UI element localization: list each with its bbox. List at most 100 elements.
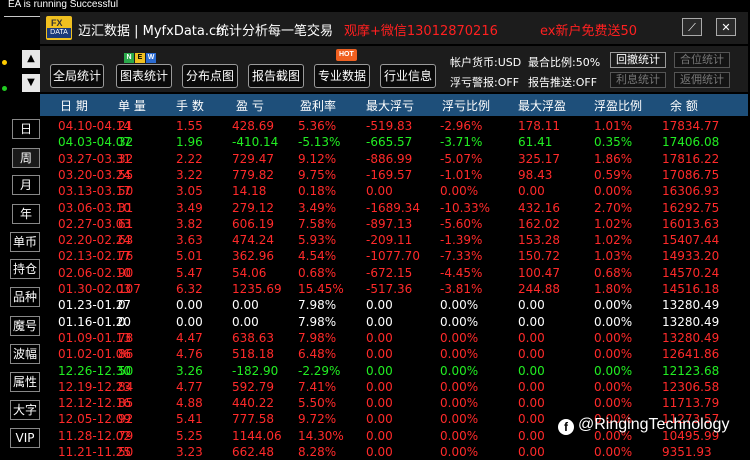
table-row: 03.06-03.10 31 3.49 279.12 3.49% -1689.34 -10.… xyxy=(40,200,748,217)
table-row: 01.09-01.13 78 4.47 638.63 7.98% 0.00 0.00% 0.0… xyxy=(40,330,748,347)
cell-orders: 76 xyxy=(118,249,134,264)
cell-float-profit-ratio: 1.03% xyxy=(594,249,633,264)
col-lots[interactable]: 手 数 xyxy=(176,97,204,114)
nav-day[interactable]: 日 xyxy=(12,119,40,139)
global-stats-button[interactable]: 全局统计 xyxy=(50,64,104,88)
cell-float-loss-ratio: 0.00% xyxy=(440,363,479,378)
nav-positions[interactable]: 持仓 xyxy=(10,259,40,279)
cell-orders: 84 xyxy=(118,379,134,394)
cell-pnl: 729.47 xyxy=(232,151,274,166)
cell-balance: 12641.86 xyxy=(662,347,720,362)
cell-pnl: 592.79 xyxy=(232,379,274,394)
cell-max-float-profit: 61.41 xyxy=(518,135,553,150)
cell-orders: 32 xyxy=(118,135,134,150)
nav-attributes[interactable]: 属性 xyxy=(10,372,40,392)
cell-float-loss-ratio: 0.00% xyxy=(440,330,479,345)
cell-max-float-loss: -1689.34 xyxy=(366,200,420,215)
edit-icon[interactable]: ⟋ xyxy=(682,18,702,36)
table-row: 01.23-01.27 0 0.00 0.00 7.98% 0.00 0.00% 0.00 0.… xyxy=(40,297,748,314)
nav-week[interactable]: 周 xyxy=(12,148,40,168)
cell-float-loss-ratio: 0.00% xyxy=(440,314,479,329)
scroll-up-icon[interactable]: ▲ xyxy=(22,50,40,68)
cell-lots: 4.88 xyxy=(176,396,203,411)
col-pnl[interactable]: 盈 亏 xyxy=(236,97,264,114)
position-stats-button[interactable]: 合位统计 xyxy=(674,52,730,68)
cell-lots: 0.00 xyxy=(176,314,203,329)
cell-max-float-profit: 0.00 xyxy=(518,363,545,378)
cell-lots: 1.55 xyxy=(176,119,203,133)
nav-magic-number[interactable]: 魔号 xyxy=(10,316,40,336)
cell-lots: 5.25 xyxy=(176,428,203,443)
table-row: 12.19-12.23 84 4.77 592.79 7.41% 0.00 0.00% 0.0… xyxy=(40,379,748,396)
cell-max-float-loss: -886.99 xyxy=(366,151,413,166)
close-icon[interactable]: ✕ xyxy=(716,18,736,36)
table-row: 03.27-03.31 32 2.22 729.47 9.12% -886.99 -5.07… xyxy=(40,151,748,168)
drawdown-stats-button[interactable]: 回撤统计 xyxy=(610,52,666,68)
nav-volatility[interactable]: 波幅 xyxy=(10,344,40,364)
cell-max-float-profit: 0.00 xyxy=(518,314,545,329)
nav-month[interactable]: 月 xyxy=(12,175,40,195)
distribution-chart-button[interactable]: 分布点图 xyxy=(182,64,238,88)
col-float-profit-ratio[interactable]: 浮盈比例 xyxy=(594,97,642,114)
table-row: 11.21-11.25 50 3.23 662.48 8.28% 0.00 0.00% 0.0… xyxy=(40,444,748,460)
pro-data-button[interactable]: 专业数据 xyxy=(314,64,370,88)
ea-status-text: EA is running Successful xyxy=(8,0,119,10)
col-profit-rate[interactable]: 盈利率 xyxy=(300,97,336,114)
new-badge-w: W xyxy=(146,53,156,63)
cell-max-float-loss: 0.00 xyxy=(366,428,393,443)
chart-stats-button[interactable]: 图表统计 xyxy=(116,64,172,88)
nav-large-font[interactable]: 大字 xyxy=(10,400,40,420)
col-max-float-loss[interactable]: 最大浮亏 xyxy=(366,97,414,114)
report-push[interactable]: 报告推送:OFF xyxy=(528,74,597,90)
table-row: 01.16-01.20 0 0.00 0.00 7.98% 0.00 0.00% 0.00 0.… xyxy=(40,314,748,331)
col-max-float-profit[interactable]: 最大浮盈 xyxy=(518,97,566,114)
cell-lots: 3.26 xyxy=(176,363,203,378)
cell-profit-rate: 9.12% xyxy=(298,151,337,166)
col-balance[interactable]: 余 额 xyxy=(670,97,698,114)
table-row: 12.26-12.30 50 3.26 -182.90 -2.29% 0.00 0.00% 0… xyxy=(40,363,748,380)
table-row: 01.30-02.03 107 6.32 1235.69 15.45% -517.36 -3… xyxy=(40,281,748,298)
cell-float-profit-ratio: 1.80% xyxy=(594,282,633,296)
table-row: 03.20-03.24 55 3.22 779.82 9.75% -169.57 -1.01… xyxy=(40,167,748,184)
rebate-stats-button[interactable]: 返佣统计 xyxy=(674,72,730,88)
interest-stats-button[interactable]: 利息统计 xyxy=(610,72,666,88)
table-header: 日 期 单 量 手 数 盈 亏 盈利率 最大浮亏 浮亏比例 最大浮盈 浮盈比例 … xyxy=(40,94,748,116)
loss-alert[interactable]: 浮亏警报:OFF xyxy=(450,74,519,90)
cell-orders: 85 xyxy=(118,396,134,411)
report-screenshot-button[interactable]: 报告截图 xyxy=(248,64,304,88)
cell-balance: 14570.24 xyxy=(662,265,720,280)
cell-orders: 107 xyxy=(118,282,141,296)
new-badge-n: N xyxy=(124,53,134,63)
cell-profit-rate: 0.18% xyxy=(298,184,337,199)
nav-vip[interactable]: VIP xyxy=(10,428,40,448)
cell-max-float-loss: 0.00 xyxy=(366,314,393,329)
col-orders[interactable]: 单 量 xyxy=(118,97,146,114)
cell-pnl: 1144.06 xyxy=(232,428,282,443)
industry-info-button[interactable]: 行业信息 xyxy=(380,64,436,88)
cell-orders: 50 xyxy=(118,363,134,378)
cell-max-float-profit: 0.00 xyxy=(518,379,545,394)
col-float-loss-ratio[interactable]: 浮亏比例 xyxy=(442,97,490,114)
cell-max-float-loss: 0.00 xyxy=(366,412,393,427)
cell-float-loss-ratio: 0.00% xyxy=(440,347,479,362)
cell-balance: 14516.18 xyxy=(662,282,720,296)
cell-orders: 55 xyxy=(118,167,134,182)
cell-profit-rate: 7.98% xyxy=(298,330,337,345)
cell-balance: 13280.49 xyxy=(662,330,720,345)
cell-pnl: -182.90 xyxy=(232,363,279,378)
cell-max-float-loss: 0.00 xyxy=(366,379,393,394)
nav-single-currency[interactable]: 单币 xyxy=(10,232,40,252)
new-badge-e: E xyxy=(135,53,145,63)
cell-lots: 3.22 xyxy=(176,167,203,182)
cell-float-profit-ratio: 0.00% xyxy=(594,347,633,362)
nav-year[interactable]: 年 xyxy=(12,204,40,224)
table-row: 12.12-12.16 85 4.88 440.22 5.50% 0.00 0.00% 0.0… xyxy=(40,395,748,412)
scroll-down-icon[interactable]: ▼ xyxy=(22,74,40,92)
cell-float-profit-ratio: 0.00% xyxy=(594,396,633,411)
col-date[interactable]: 日 期 xyxy=(60,97,88,114)
cell-max-float-loss: 0.00 xyxy=(366,363,393,378)
cell-pnl: -410.14 xyxy=(232,135,279,150)
cell-profit-rate: 15.45% xyxy=(298,282,344,296)
account-currency: 帐户货币:USD xyxy=(450,56,522,69)
nav-symbols[interactable]: 品种 xyxy=(10,287,40,307)
